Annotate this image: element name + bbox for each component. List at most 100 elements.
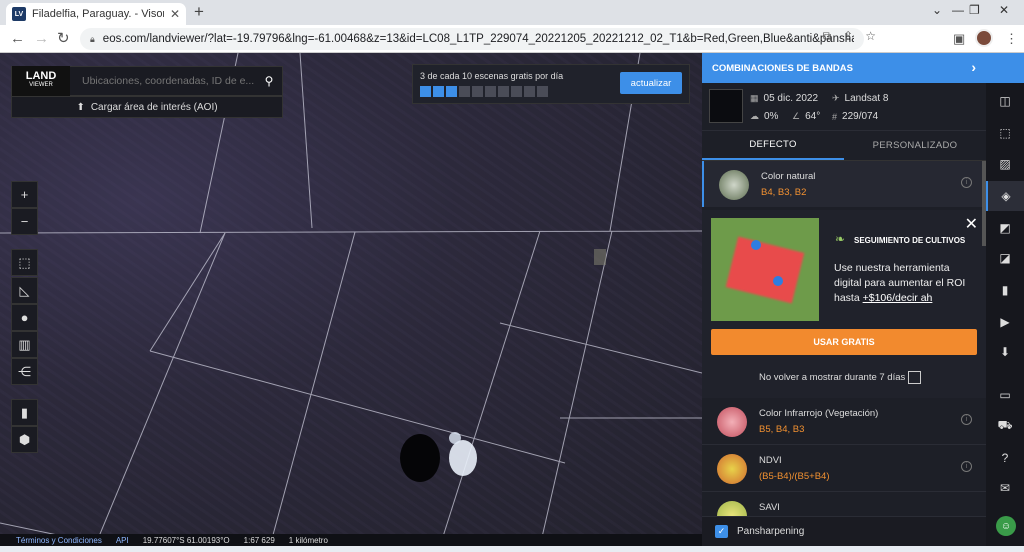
promo-link[interactable]: +$106/decir ah: [863, 292, 933, 304]
scale-distance: 1 kilómetro: [288, 535, 328, 545]
right-icon-rail: ◫ ⬚ ▨ ◈ ◩ ◪ ▮ ▶ ⬇ ▭ ⛟ ? ✉ ☺: [986, 53, 1024, 546]
pansharpening-toggle[interactable]: ✓ Pansharpening: [702, 516, 986, 546]
help-icon[interactable]: ?: [986, 443, 1024, 473]
feedback-icon[interactable]: ✉: [986, 473, 1024, 503]
terms-link[interactable]: Términos y Condiciones: [16, 536, 102, 545]
bookmark-star-icon[interactable]: ☆: [865, 29, 876, 44]
crop-icon[interactable]: ⬚: [986, 118, 1024, 148]
profile-avatar[interactable]: [975, 29, 993, 47]
checkbox-box[interactable]: [908, 371, 922, 384]
panel-title: COMBINACIONES DE BANDAS: [712, 62, 853, 74]
natural-color-thumbnail: [719, 170, 749, 200]
satellite-map[interactable]: LAND VIEWER ⚲ ⬆ Cargar área de interés (…: [0, 53, 702, 546]
calendar-icon: ▦: [750, 93, 759, 103]
minimize-icon[interactable]: —: [952, 3, 964, 17]
change-detection-icon[interactable]: ◪: [986, 243, 1024, 273]
analytics-icon[interactable]: ▮: [986, 275, 1024, 305]
scene-quota-square: [537, 86, 548, 97]
aoi-draw-icon[interactable]: ⬚: [11, 249, 38, 276]
use-free-button[interactable]: USAR GRATIS: [711, 329, 977, 355]
scenes-quota-box: 3 de cada 10 escenas gratis por día actu…: [412, 64, 690, 104]
close-window-icon[interactable]: ✕: [999, 3, 1009, 17]
3d-icon[interactable]: ⬢: [11, 426, 38, 453]
promo-title: SEGUIMIENTO DE CULTIVOS: [854, 236, 966, 245]
zoom-out-button[interactable]: −: [11, 208, 38, 235]
band-item-natural-color[interactable]: Color natural B4, B3, B2 i: [702, 161, 986, 207]
cloud-icon: ☁: [750, 111, 759, 121]
image-icon[interactable]: ▨: [986, 149, 1024, 179]
info-icon[interactable]: i: [961, 461, 972, 472]
satellite-icon: ✈: [832, 93, 840, 103]
band-combinations-panel: COMBINACIONES DE BANDAS › ▦ 05 dic. 2022 …: [702, 53, 986, 546]
search-input[interactable]: [70, 67, 256, 95]
info-icon[interactable]: i: [961, 414, 972, 425]
chevron-down-icon[interactable]: ⌄: [932, 3, 942, 17]
ndvi-thumbnail: [717, 454, 747, 484]
zoom-in-button[interactable]: +: [11, 181, 38, 208]
status-bar: Términos y Condiciones API 19.77607°S 61…: [0, 534, 702, 546]
landviewer-logo[interactable]: LAND VIEWER: [12, 66, 70, 96]
tab-default[interactable]: DEFECTO: [702, 131, 844, 160]
scene-thumbnail[interactable]: [709, 89, 743, 123]
menu-icon[interactable]: ⋮: [1005, 31, 1018, 47]
pin-icon[interactable]: ●: [11, 304, 38, 331]
savi-thumbnail: [717, 501, 747, 516]
tab-custom[interactable]: PERSONALIZADO: [844, 131, 986, 160]
back-icon[interactable]: ←: [10, 30, 25, 48]
forward-icon[interactable]: →: [34, 30, 49, 48]
comment-icon[interactable]: ▭: [986, 380, 1024, 410]
dismiss-promo-checkbox[interactable]: No volver a mostrar durante 7 días: [759, 371, 922, 384]
user-account-icon[interactable]: ☺: [996, 516, 1016, 536]
address-bar: ← → ↻ 🔒︎ eos.com/landviewer/?lat=-19.797…: [0, 25, 1024, 53]
download-icon[interactable]: ⬇: [986, 337, 1024, 367]
compare-icon[interactable]: ◩: [986, 213, 1024, 243]
translate-icon[interactable]: ⧉: [823, 29, 832, 44]
share-icon[interactable]: ⋲: [11, 358, 38, 385]
tab-bar: LV Filadelfia, Paraguay. - Visor de te ✕…: [0, 0, 1024, 25]
infrared-thumbnail: [717, 407, 747, 437]
angle-icon: ∠: [792, 111, 801, 121]
upload-aoi-button[interactable]: ⬆ Cargar área de interés (AOI): [11, 96, 283, 118]
play-icon[interactable]: ▶: [986, 307, 1024, 337]
restore-icon[interactable]: ❐: [969, 3, 980, 17]
crop-monitoring-promo: ✕ ❧ SEGUIMIENTO DE CULTIVOS Use nuestra …: [702, 210, 986, 398]
upgrade-button[interactable]: actualizar: [620, 72, 682, 94]
cart-icon[interactable]: ⛟: [986, 411, 1024, 441]
promo-text: Use nuestra herramienta digital para aum…: [834, 262, 966, 304]
satellite-search-icon[interactable]: ◫: [986, 86, 1024, 116]
promo-field-image: [711, 218, 819, 321]
scenes-quota-text: 3 de cada 10 escenas gratis por día: [420, 71, 564, 81]
scene-quota-square: [472, 86, 483, 97]
api-link[interactable]: API: [116, 536, 129, 545]
landviewer-favicon-icon: LV: [12, 7, 26, 21]
sidebar-icon[interactable]: ▣: [953, 31, 965, 47]
reload-icon[interactable]: ↻: [57, 30, 70, 48]
layers-icon[interactable]: ◈: [986, 181, 1024, 211]
checkbox-checked-icon[interactable]: ✓: [715, 525, 728, 538]
taskbar: [0, 546, 1024, 552]
close-promo-icon[interactable]: ✕: [965, 214, 978, 234]
book-icon[interactable]: ▥: [11, 331, 38, 358]
search-icon[interactable]: ⚲: [256, 74, 282, 88]
info-icon[interactable]: i: [961, 177, 972, 188]
band-item-infrared[interactable]: Color Infrarrojo (Vegetación) B5, B4, B3…: [702, 398, 986, 444]
tab-close-icon[interactable]: ✕: [170, 7, 180, 21]
upload-icon: ⬆: [76, 101, 85, 113]
share-page-icon[interactable]: ⇪: [843, 29, 853, 44]
scene-quota-square: [433, 86, 444, 97]
scene-date: 05 dic. 2022: [763, 93, 819, 104]
scene-quota-square: [459, 86, 470, 97]
cursor-coordinates: 19.77607°S 61.00193°O: [142, 535, 230, 545]
browser-tab[interactable]: LV Filadelfia, Paraguay. - Visor de te ✕: [6, 3, 186, 25]
search-bar: LAND VIEWER ⚲: [11, 66, 283, 96]
band-item-savi[interactable]: SAVI: [702, 491, 986, 516]
measure-icon[interactable]: ◺: [11, 277, 38, 304]
scene-quota-square: [420, 86, 431, 97]
chart-icon[interactable]: ▮: [11, 399, 38, 426]
collapse-panel-icon[interactable]: ›: [971, 59, 976, 75]
band-tabs: DEFECTO PERSONALIZADO: [702, 131, 986, 161]
scene-quota-square: [524, 86, 535, 97]
band-item-ndvi[interactable]: NDVI (B5-B4)/(B5+B4) i: [702, 444, 986, 490]
url-field[interactable]: 🔒︎ eos.com/landviewer/?lat=-19.79796&lng…: [80, 28, 864, 50]
new-tab-icon[interactable]: +: [194, 3, 204, 21]
